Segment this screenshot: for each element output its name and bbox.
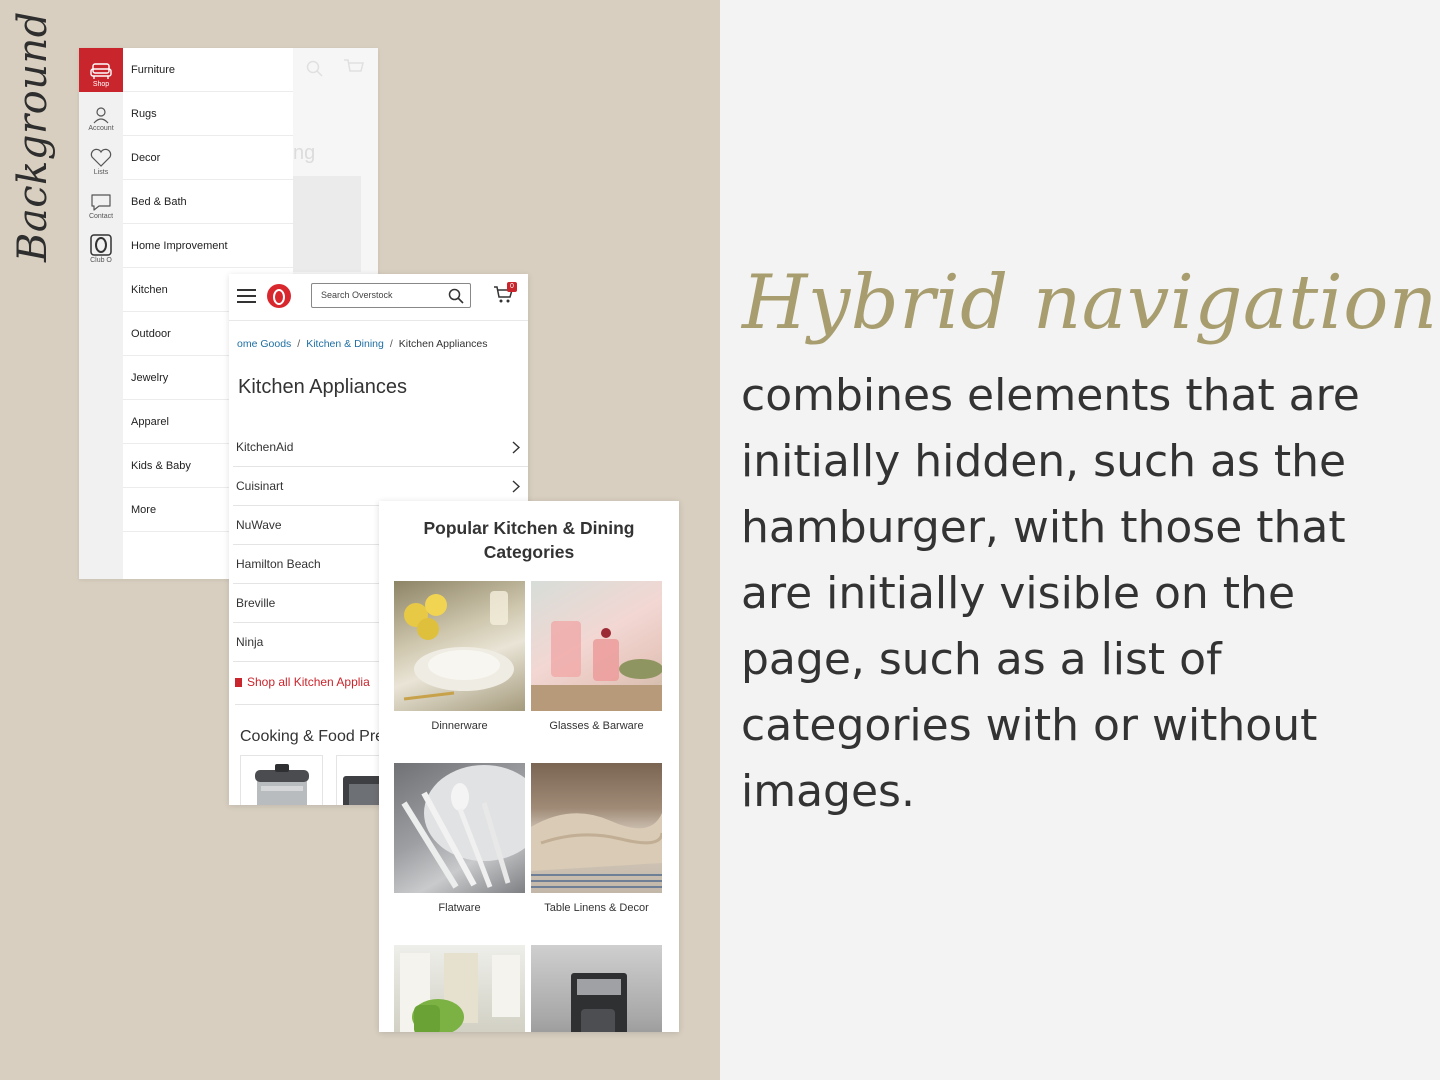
breadcrumb: ome Goods / Kitchen & Dining / Kitchen Appli… xyxy=(237,338,488,350)
mobile-header: Search Overstock 0 xyxy=(229,274,528,321)
side-label: Background xyxy=(10,11,56,262)
breadcrumb-link[interactable]: Kitchen & Dining xyxy=(306,338,384,350)
search-icon[interactable] xyxy=(448,288,464,304)
chevron-right-icon xyxy=(512,441,520,454)
menu-item[interactable]: Decor xyxy=(123,136,293,180)
search-icon xyxy=(306,60,323,77)
brand-label: Hamilton Beach xyxy=(236,557,321,571)
section-heading: Cooking & Food Pre xyxy=(240,728,385,745)
icon-rail: Shop Account Lists Contact Club O xyxy=(79,48,123,579)
hamburger-icon[interactable] xyxy=(237,289,256,303)
club-o-icon xyxy=(90,234,112,256)
sofa-icon xyxy=(90,63,112,79)
rail-label: Contact xyxy=(88,213,114,220)
left-panel: Background Shop Account Lists Contact Cl xyxy=(0,0,720,1080)
rail-lists[interactable]: Lists xyxy=(79,136,123,180)
brand-label: KitchenAid xyxy=(236,440,294,454)
rail-label: Club O xyxy=(90,257,112,264)
page-title: Kitchen Appliances xyxy=(238,376,408,398)
glasses-barware-image xyxy=(531,581,662,711)
heart-icon xyxy=(90,148,112,167)
rail-label: Account xyxy=(88,125,114,132)
dimmed-text: ng xyxy=(293,142,316,164)
rail-label: Shop xyxy=(92,81,110,88)
rail-account[interactable]: Account xyxy=(79,92,123,136)
pressure-cooker-image xyxy=(255,764,309,805)
category-tile[interactable]: Flatware xyxy=(394,763,525,914)
category-tile[interactable] xyxy=(394,945,525,1032)
rail-label: Lists xyxy=(93,169,109,176)
dinnerware-image xyxy=(394,581,525,711)
stand-mixer-image xyxy=(394,945,525,1032)
right-panel: Hybrid navigation combines elements that… xyxy=(720,0,1440,1080)
flatware-image xyxy=(394,763,525,893)
cart-count-badge: 0 xyxy=(507,282,517,292)
rail-club-o[interactable]: Club O xyxy=(79,224,123,268)
chat-icon xyxy=(91,194,111,211)
cart-button[interactable]: 0 xyxy=(493,282,517,309)
search-input[interactable]: Search Overstock xyxy=(311,283,471,308)
search-placeholder: Search Overstock xyxy=(321,290,393,300)
slide-heading: Hybrid navigation xyxy=(742,258,1438,346)
user-icon xyxy=(93,107,109,124)
menu-item[interactable]: Home Improvement xyxy=(123,224,293,268)
category-tile[interactable]: Table Linens & Decor xyxy=(531,763,662,914)
brand-item[interactable]: KitchenAid xyxy=(233,428,528,467)
cart-icon xyxy=(344,59,364,72)
category-tile[interactable]: Glasses & Barware xyxy=(531,581,662,732)
category-label: Glasses & Barware xyxy=(549,720,644,732)
category-tile[interactable] xyxy=(531,945,662,1032)
breadcrumb-link[interactable]: ome Goods xyxy=(237,338,291,350)
brand-label: Cuisinart xyxy=(236,479,284,493)
dimmed-image xyxy=(293,176,361,272)
popular-categories-screen: Popular Kitchen & Dining Categories Dinn… xyxy=(379,501,679,1032)
menu-item[interactable]: Furniture xyxy=(123,48,293,92)
product-thumbnail[interactable] xyxy=(240,755,323,805)
shop-all-link[interactable]: Shop all Kitchen Applia xyxy=(235,675,370,689)
overstock-logo[interactable] xyxy=(267,284,291,308)
category-label: Table Linens & Decor xyxy=(544,902,649,914)
chevron-right-icon xyxy=(512,480,520,493)
brand-label: Breville xyxy=(236,596,276,610)
brand-label: NuWave xyxy=(236,518,282,532)
rail-contact[interactable]: Contact xyxy=(79,180,123,224)
rail-shop[interactable]: Shop xyxy=(79,48,123,92)
menu-item[interactable]: Bed & Bath xyxy=(123,180,293,224)
menu-item[interactable]: Rugs xyxy=(123,92,293,136)
breadcrumb-current: Kitchen Appliances xyxy=(398,338,488,350)
section-title: Popular Kitchen & Dining Categories xyxy=(423,518,635,562)
category-label: Flatware xyxy=(438,902,481,914)
category-label: Dinnerware xyxy=(431,720,488,732)
coffee-maker-image xyxy=(531,945,662,1032)
category-tile[interactable]: Dinnerware xyxy=(394,581,525,732)
brand-label: Ninja xyxy=(236,635,264,649)
table-linens-image xyxy=(531,763,662,893)
slide-body-text: combines elements that are initially hid… xyxy=(741,370,1360,817)
